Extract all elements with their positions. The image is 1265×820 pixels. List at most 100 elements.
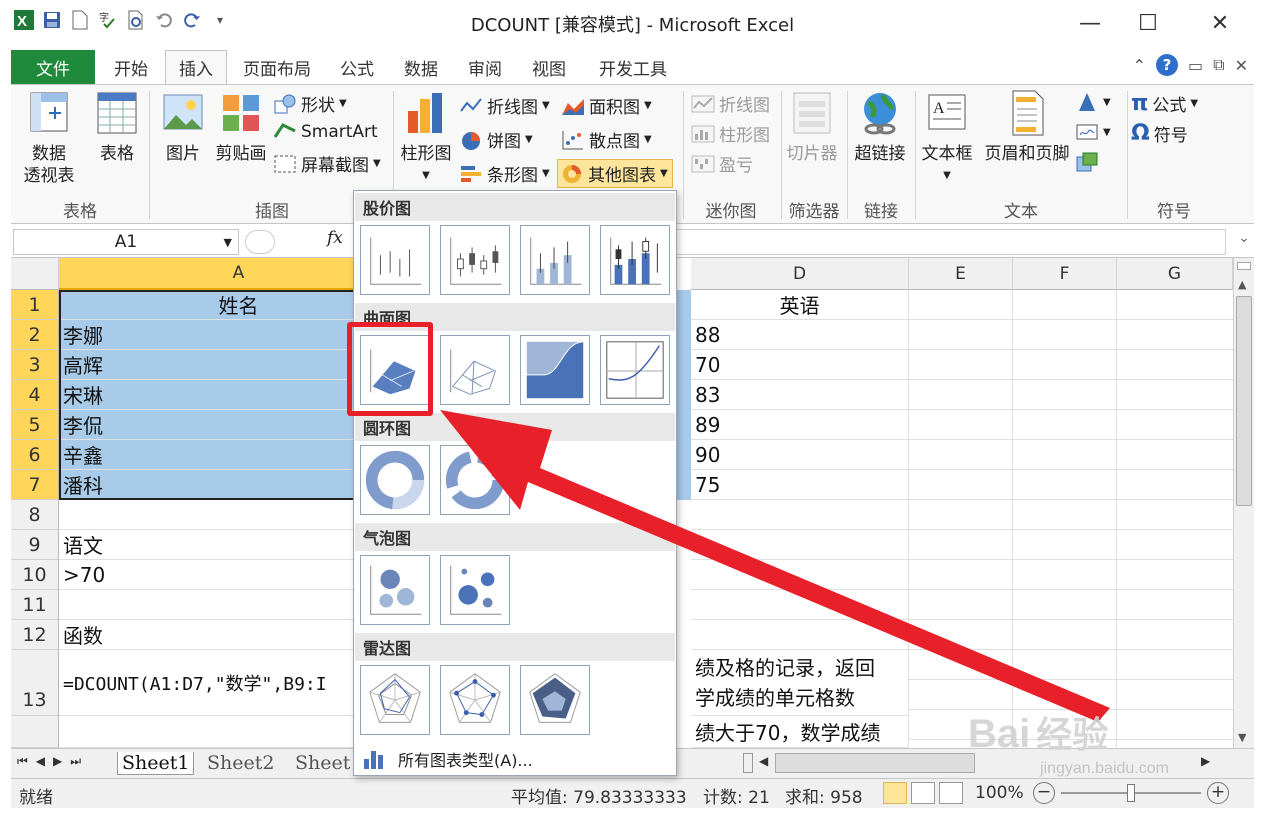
header-footer-button[interactable]: 页眉和页脚 [979,89,1075,165]
normal-view-icon[interactable] [883,782,907,804]
empty-cells-efg[interactable] [909,290,1233,748]
cell-d13[interactable]: 绩及格的记录，返回 学成绩的单元格数 [691,650,909,716]
minimize-workbook-icon[interactable]: ▭ [1188,56,1203,75]
maximize-button[interactable]: ☐ [1124,6,1172,40]
zoom-slider-thumb[interactable] [1127,784,1135,802]
chart-type-bubble-3d[interactable] [440,555,510,625]
insert-function-button[interactable]: fx [327,228,343,248]
name-box-dropdown-icon[interactable]: ▼ [224,236,232,249]
sheet-nav-arrows-icon[interactable]: ⏮◀▶⏭ [17,754,89,769]
scroll-thumb[interactable] [1236,296,1252,506]
cell-d7[interactable]: 75 [691,470,909,500]
all-chart-types-button[interactable]: 所有图表类型(A)... [362,747,533,771]
tab-file[interactable]: 文件 [11,50,95,84]
shapes-button[interactable]: 形状 ▼ [273,91,347,116]
sheet-tab-2[interactable]: Sheet2 [207,752,274,774]
row-header[interactable]: 6 [11,440,59,470]
line-chart-button[interactable]: 折线图 ▼ [459,93,550,118]
column-header-d[interactable]: D [691,258,909,290]
screenshot-button[interactable]: 屏幕截图 ▼ [273,151,381,176]
hscroll-left-icon[interactable]: ◀ [759,754,768,768]
chart-type-stock-4[interactable] [600,225,670,295]
scroll-up-icon[interactable]: ▲ [1238,278,1246,291]
cell-d9[interactable] [691,530,909,560]
smartart-button[interactable]: SmartArt [273,121,378,143]
row-header[interactable] [11,716,59,748]
object-button[interactable] [1075,151,1099,173]
hscroll-thumb[interactable] [775,753,975,773]
cell-d8[interactable] [691,500,909,530]
cell-d3[interactable]: 70 [691,350,909,380]
chart-type-doughnut[interactable] [360,445,430,515]
sparkline-line-button[interactable]: 折线图 [691,91,770,116]
scroll-down-icon[interactable]: ▼ [1238,731,1246,744]
formula-bar-splitter[interactable] [245,230,275,254]
bar-chart-button[interactable]: 条形图 ▼ [459,161,550,186]
picture-button[interactable]: 图片 [155,89,211,165]
cell-d6[interactable]: 90 [691,440,909,470]
row-header[interactable]: 4 [11,380,59,410]
help-icon[interactable]: ? [1156,54,1179,76]
collapse-ribbon-icon[interactable]: ⌃ [1133,56,1146,75]
sheet-tab-3[interactable]: Sheet [295,752,350,774]
tab-insert[interactable]: 插入 [165,50,227,84]
tab-page-layout[interactable]: 页面布局 [233,50,321,84]
pie-chart-button[interactable]: 饼图 ▼ [459,127,533,152]
row-header[interactable]: 5 [11,410,59,440]
row-header[interactable]: 7 [11,470,59,500]
cell-d5[interactable]: 89 [691,410,909,440]
page-break-view-icon[interactable] [939,782,963,804]
zoom-out-icon[interactable]: − [1033,782,1055,804]
cell-d1[interactable]: 英语 [691,290,909,320]
close-workbook-icon[interactable]: ✕ [1235,56,1248,75]
hscroll-right-icon[interactable]: ▶ [1201,754,1210,768]
tab-review[interactable]: 审阅 [457,50,513,84]
cell-d11[interactable] [691,590,909,620]
row-header[interactable]: 11 [11,590,59,620]
chart-type-filled-radar[interactable] [520,665,590,735]
area-chart-button[interactable]: 面积图 ▼ [561,93,652,118]
scatter-chart-button[interactable]: 散点图 ▼ [561,127,652,152]
row-header[interactable]: 3 [11,350,59,380]
expand-formula-icon[interactable]: ⌄ [1238,230,1250,246]
cell-d2[interactable]: 88 [691,320,909,350]
row-header[interactable]: 8 [11,500,59,530]
chart-type-bubble[interactable] [360,555,430,625]
zoom-level[interactable]: 100% [975,783,1024,803]
row-header[interactable]: 12 [11,620,59,650]
column-chart-button[interactable]: 柱形图 ▼ [397,89,455,187]
row-header[interactable]: 13 [11,650,59,716]
chart-type-stock-1[interactable] [360,225,430,295]
column-header-f[interactable]: F [1013,258,1117,290]
zoom-in-icon[interactable]: + [1207,782,1229,804]
restore-workbook-icon[interactable]: ⧉ [1213,55,1224,75]
tab-developer[interactable]: 开发工具 [585,50,681,84]
equation-button[interactable]: π 公式 ▼ [1131,91,1198,116]
split-box[interactable] [1237,262,1251,270]
column-header-e[interactable]: E [909,258,1013,290]
textbox-button[interactable]: A 文本框 ▼ [917,89,977,187]
row-header[interactable]: 1 [11,290,59,320]
chart-type-surface-wireframe[interactable] [440,335,510,405]
tab-formulas[interactable]: 公式 [329,50,385,84]
cell-d14[interactable]: 绩大于70，数学成绩 [691,716,909,748]
chart-type-radar-markers[interactable] [440,665,510,735]
row-header[interactable]: 2 [11,320,59,350]
chart-type-surface-contour-wireframe[interactable] [600,335,670,405]
cell-d12[interactable] [691,620,909,650]
slicer-button[interactable]: 切片器 [783,89,841,165]
pivot-table-button[interactable]: 数据 透视表 [17,89,81,187]
sparkline-column-button[interactable]: 柱形图 [691,121,770,146]
wordart-button[interactable]: ▼ [1075,91,1111,113]
tab-data[interactable]: 数据 [393,50,449,84]
chart-type-radar[interactable] [360,665,430,735]
row-header[interactable]: 10 [11,560,59,590]
name-box[interactable]: A1 ▼ [13,229,239,255]
cell-d10[interactable] [691,560,909,590]
sheet-tab-1[interactable]: Sheet1 [117,752,195,775]
signature-line-button[interactable]: ▼ [1075,121,1111,143]
clipart-button[interactable]: 剪贴画 [211,89,271,165]
cell-d4[interactable]: 83 [691,380,909,410]
tab-split-handle[interactable] [743,753,753,773]
select-all-corner[interactable] [11,258,59,290]
